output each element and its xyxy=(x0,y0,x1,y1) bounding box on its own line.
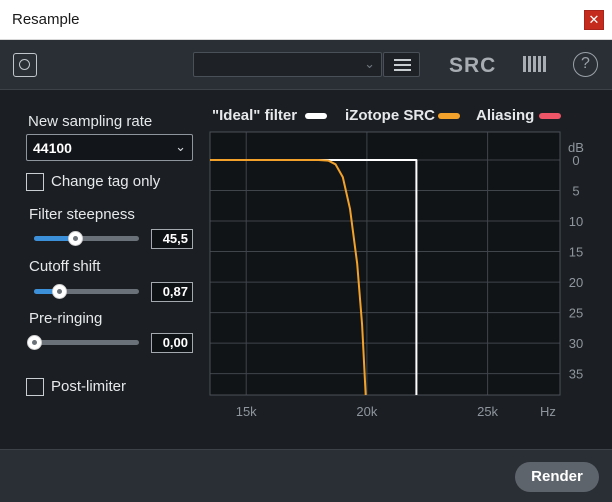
y-tick-label: 10 xyxy=(569,214,583,229)
bottom-bar: Render xyxy=(0,449,612,502)
x-tick-label: 25k xyxy=(477,404,498,419)
x-tick-label: 20k xyxy=(356,404,377,419)
y-tick-label: 35 xyxy=(569,367,583,382)
y-tick-label: 15 xyxy=(569,245,583,260)
x-tick-label: 15k xyxy=(236,404,257,419)
render-button[interactable]: Render xyxy=(515,462,599,492)
y-tick-label: 25 xyxy=(569,306,583,321)
x-unit-label: Hz xyxy=(540,404,556,419)
plot-area xyxy=(210,132,560,395)
y-tick-label: 30 xyxy=(569,336,583,351)
y-tick-label: 5 xyxy=(572,184,579,199)
y-tick-label: 20 xyxy=(569,275,583,290)
filter-response-chart: 15k 20k 25k HzdB05101520253035 xyxy=(209,131,584,419)
y-tick-label: 0 xyxy=(572,153,579,168)
